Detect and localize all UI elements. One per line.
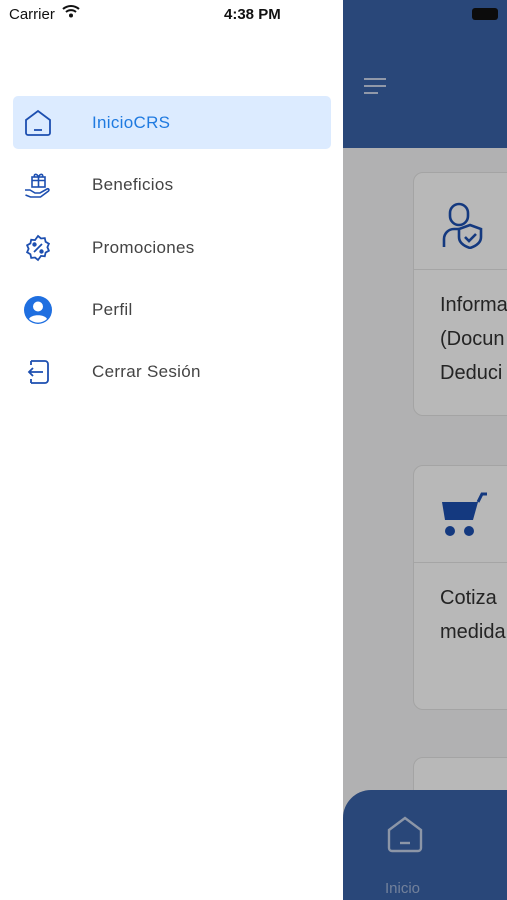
menu-item-label: Cerrar Sesión [92,362,201,382]
menu-item-promociones[interactable]: Promociones [13,221,331,274]
gift-hand-icon [25,173,50,199]
menu-item-label: Perfil [92,299,133,319]
menu-item-inicio[interactable]: InicioCRS [13,96,331,149]
menu-item-label: InicioCRS [92,113,171,132]
menu-item-cerrar-sesion[interactable]: Cerrar Sesión [13,345,331,398]
menu-item-beneficios[interactable]: Beneficios [13,158,331,211]
discount-badge-icon [25,234,51,261]
home-icon [25,109,51,136]
menu-item-label: Promociones [92,237,195,257]
menu-item-perfil[interactable]: Perfil [13,283,331,336]
carrier-label: Carrier [9,6,55,23]
status-bar: Carrier 4:38 PM [0,0,343,30]
side-drawer: Carrier 4:38 PM InicioCRS Beneficios Pro… [0,0,343,900]
menu-item-label: Beneficios [92,175,174,195]
user-circle-icon [24,295,52,324]
status-time: 4:38 PM [224,6,281,23]
logout-icon [27,360,49,385]
wifi-icon [62,5,80,18]
drawer-menu: InicioCRS Beneficios Promociones Perfil … [13,96,331,407]
